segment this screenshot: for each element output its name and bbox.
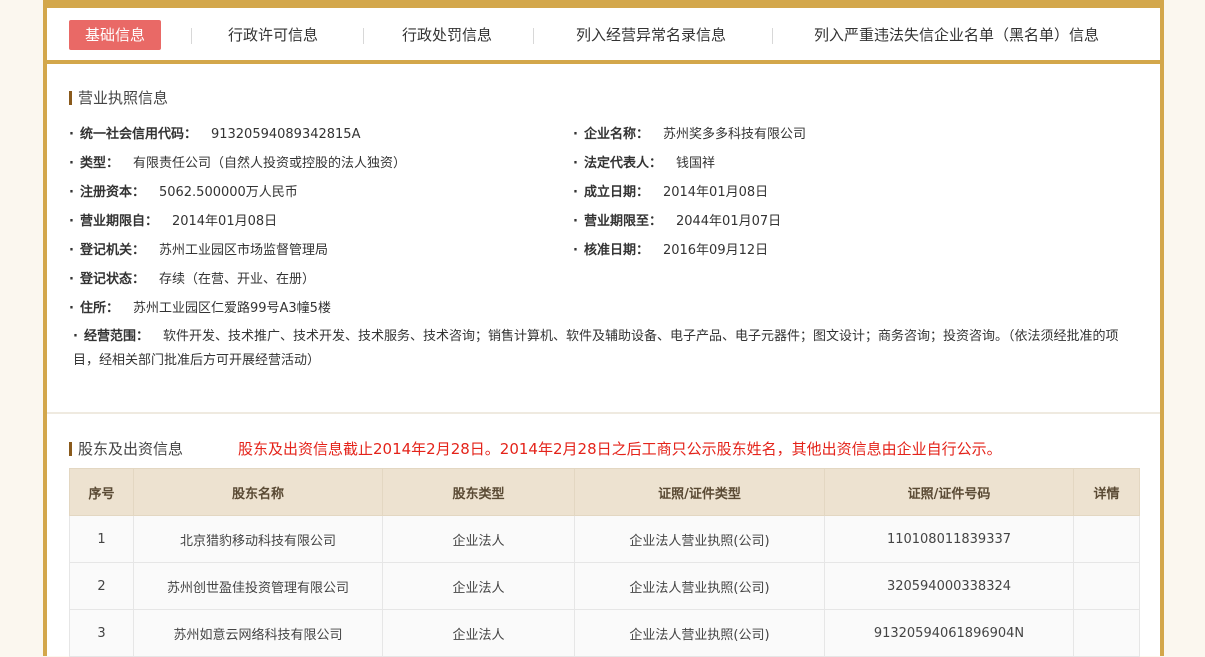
field-company-name: · 企业名称： 苏州奖多多科技有限公司 xyxy=(573,127,806,142)
tab-abnormal-list[interactable]: 列入经营异常名录信息 xyxy=(576,20,726,50)
cell-cert-number: 320594000338324 xyxy=(824,562,1074,610)
cell-details[interactable] xyxy=(1073,515,1140,563)
section-divider xyxy=(47,412,1160,414)
table-row: 3 苏州如意云网络科技有限公司 企业法人 企业法人营业执照(公司) 913205… xyxy=(69,609,1140,657)
header-type: 股东类型 xyxy=(382,468,575,516)
cell-name: 苏州创世盈佳投资管理有限公司 xyxy=(133,562,383,610)
cell-details[interactable] xyxy=(1073,562,1140,610)
tab-divider xyxy=(191,28,192,44)
tab-blacklist[interactable]: 列入严重违法失信企业名单（黑名单）信息 xyxy=(814,20,1099,50)
main-panel: 基础信息 行政许可信息 行政处罚信息 列入经营异常名录信息 列入严重违法失信企业… xyxy=(43,0,1164,657)
top-border xyxy=(47,0,1160,8)
field-type: · 类型： 有限责任公司（自然人投资或控股的法人独资） xyxy=(69,156,406,171)
field-status: · 登记状态： 存续（在营、开业、在册） xyxy=(69,272,315,287)
field-credit-code: · 统一社会信用代码： 91320594089342815A xyxy=(69,127,361,142)
field-authority: · 登记机关： 苏州工业园区市场监督管理局 xyxy=(69,243,328,258)
field-legal-rep: · 法定代表人： 钱国祥 xyxy=(573,156,715,171)
tab-bar: 基础信息 行政许可信息 行政处罚信息 列入经营异常名录信息 列入严重违法失信企业… xyxy=(47,8,1160,64)
cell-index: 2 xyxy=(69,562,134,610)
cell-details[interactable] xyxy=(1073,609,1140,657)
shareholder-notice: 股东及出资信息截止2014年2月28日。2014年2月28日之后工商只公示股东姓… xyxy=(238,440,1002,458)
cell-cert-number: 91320594061896904N xyxy=(824,609,1074,657)
cell-cert-type: 企业法人营业执照(公司) xyxy=(574,515,825,563)
tab-divider xyxy=(533,28,534,44)
table-header-row: 序号 股东名称 股东类型 证照/证件类型 证照/证件号码 详情 xyxy=(69,468,1140,516)
header-index: 序号 xyxy=(69,468,134,516)
cell-index: 1 xyxy=(69,515,134,563)
field-business-scope: · 经营范围： 软件开发、技术推广、技术开发、技术服务、技术咨询；销售计算机、软件及… xyxy=(73,329,1119,368)
field-address: · 住所： 苏州工业园区仁爱路99号A3幢5楼 xyxy=(69,301,331,316)
license-section-title: 营业执照信息 xyxy=(69,87,168,108)
cell-cert-number: 110108011839337 xyxy=(824,515,1074,563)
shareholder-table: 序号 股东名称 股东类型 证照/证件类型 证照/证件号码 详情 1 北京猎豹移动… xyxy=(69,468,1140,657)
header-details: 详情 xyxy=(1073,468,1140,516)
tab-basic-info[interactable]: 基础信息 xyxy=(69,20,162,50)
tab-divider xyxy=(363,28,364,44)
field-term-from: · 营业期限自： 2014年01月08日 xyxy=(69,214,278,229)
table-row: 1 北京猎豹移动科技有限公司 企业法人 企业法人营业执照(公司) 1101080… xyxy=(69,515,1140,563)
tab-admin-penalty[interactable]: 行政处罚信息 xyxy=(402,20,492,50)
cell-index: 3 xyxy=(69,609,134,657)
field-capital: · 注册资本： 5062.500000万人民币 xyxy=(69,185,298,200)
field-approval-date: · 核准日期： 2016年09月12日 xyxy=(573,243,769,258)
field-established: · 成立日期： 2014年01月08日 xyxy=(573,185,769,200)
cell-type: 企业法人 xyxy=(382,562,575,610)
section-marker xyxy=(69,442,72,456)
header-cert-number: 证照/证件号码 xyxy=(824,468,1074,516)
shareholder-title-text: 股东及出资信息 xyxy=(78,440,184,458)
header-cert-type: 证照/证件类型 xyxy=(574,468,825,516)
cell-cert-type: 企业法人营业执照(公司) xyxy=(574,562,825,610)
cell-type: 企业法人 xyxy=(382,609,575,657)
tab-admin-license[interactable]: 行政许可信息 xyxy=(228,20,318,50)
table-row: 2 苏州创世盈佳投资管理有限公司 企业法人 企业法人营业执照(公司) 32059… xyxy=(69,562,1140,610)
shareholder-section-title: 股东及出资信息 xyxy=(69,438,183,459)
cell-cert-type: 企业法人营业执照(公司) xyxy=(574,609,825,657)
cell-type: 企业法人 xyxy=(382,515,575,563)
license-title-text: 营业执照信息 xyxy=(78,89,169,107)
tab-divider xyxy=(772,28,773,44)
cell-name: 北京猎豹移动科技有限公司 xyxy=(133,515,383,563)
header-name: 股东名称 xyxy=(133,468,383,516)
section-marker xyxy=(69,91,72,105)
cell-name: 苏州如意云网络科技有限公司 xyxy=(133,609,383,657)
field-term-to: · 营业期限至： 2044年01月07日 xyxy=(573,214,782,229)
